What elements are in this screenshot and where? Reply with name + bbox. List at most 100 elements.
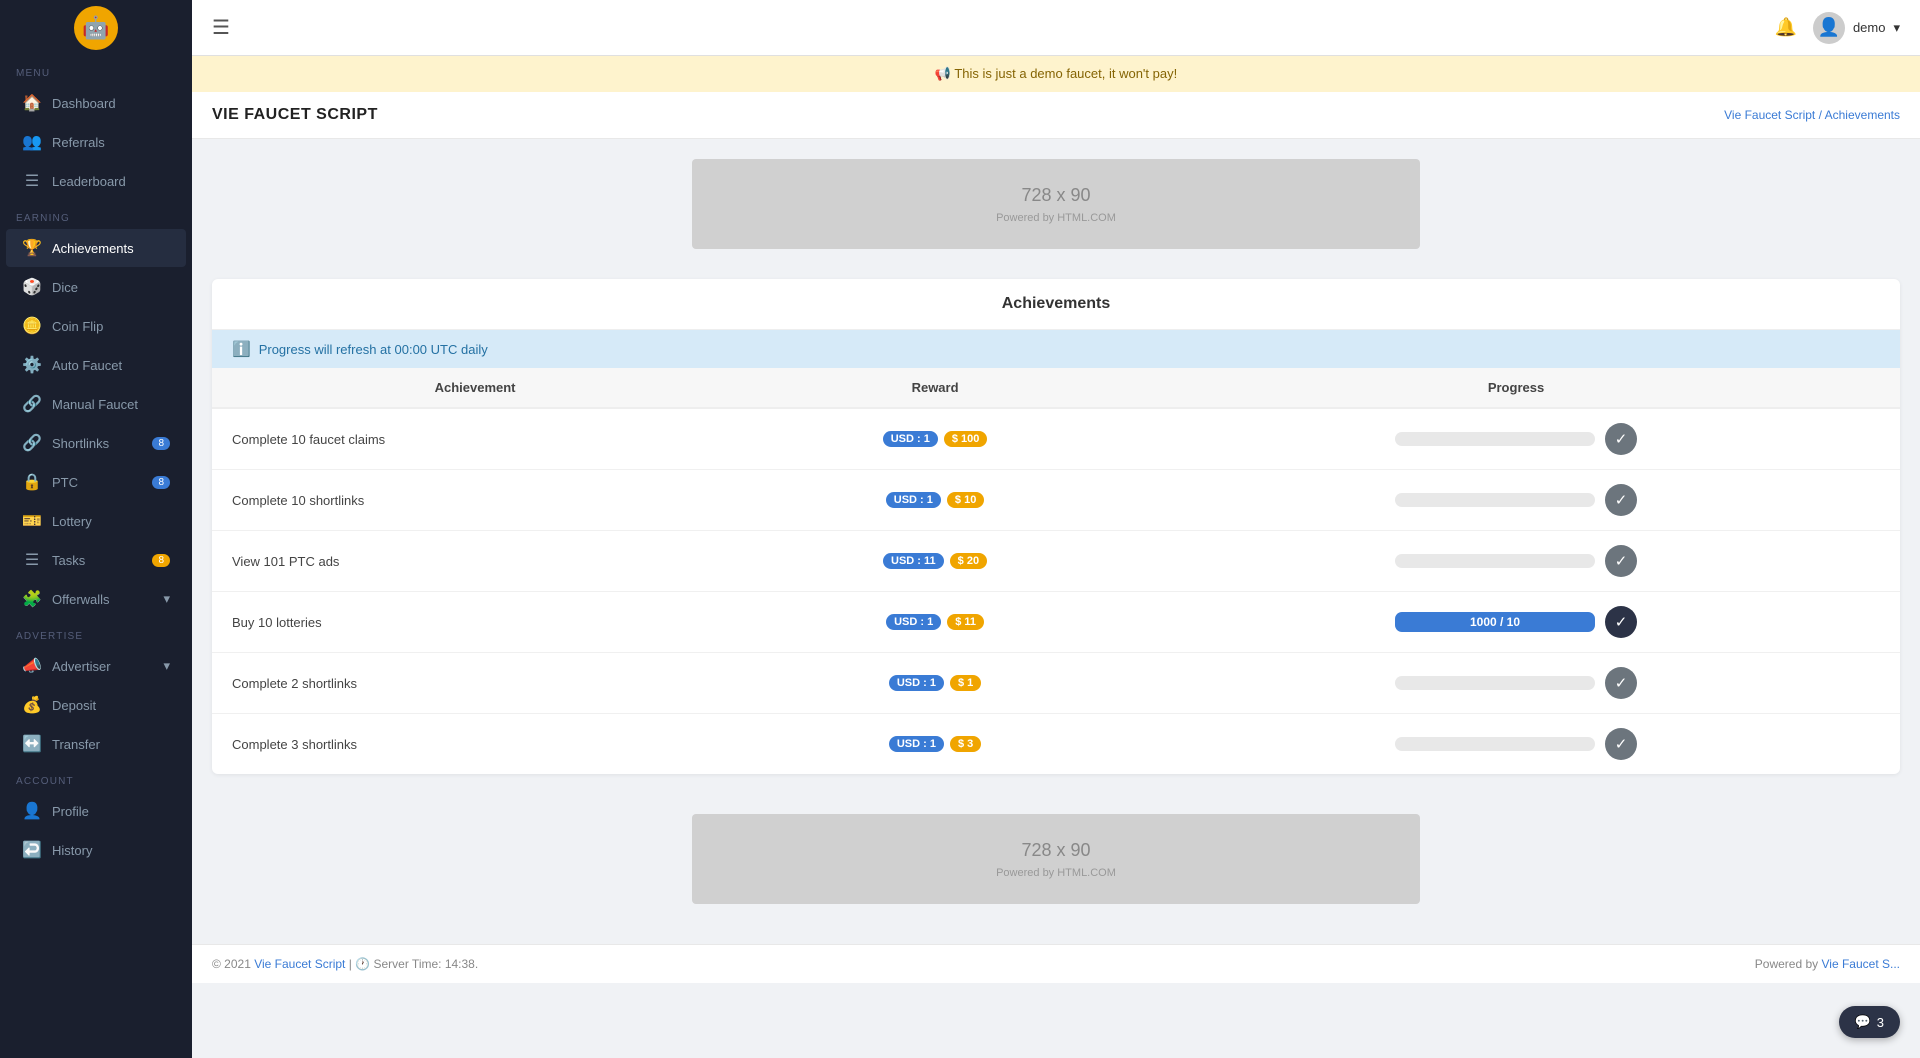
progress-cell-3: ✓ (1132, 531, 1900, 592)
sidebar-item-label-transfer: Transfer (52, 737, 100, 752)
ad-powered-bottom: Powered by HTML.COM (996, 867, 1116, 879)
progress-cell-2: ✓ (1132, 470, 1900, 531)
sidebar-item-shortlinks[interactable]: 🔗 Shortlinks 8 (6, 424, 186, 462)
action-btn-6[interactable]: ✓ (1605, 728, 1637, 760)
achievements-container: Achievements ℹ️ Progress will refresh at… (212, 279, 1900, 774)
referrals-icon: 👥 (22, 132, 42, 152)
sidebar-item-label-ptc: PTC (52, 475, 78, 490)
sidebar-item-coin-flip[interactable]: 🪙 Coin Flip (6, 307, 186, 345)
footer-script-link[interactable]: Vie Faucet Script (254, 957, 345, 971)
reward-usd-6: USD : 1 (889, 736, 944, 752)
table-header-row: Achievement Reward Progress (212, 368, 1900, 408)
progress-cell-1: ✓ (1132, 408, 1900, 470)
sidebar-item-dice[interactable]: 🎲Dice (6, 268, 186, 306)
col-progress: Progress (1132, 368, 1900, 408)
reward-cell-3: USD : 11$ 20 (738, 531, 1132, 592)
reward-usd-4: USD : 1 (886, 614, 941, 630)
col-achievement: Achievement (212, 368, 738, 408)
advertiser-arrow-icon: ▾ (163, 658, 170, 674)
progress-bar-wrap-6 (1395, 737, 1595, 751)
info-text: Progress will refresh at 00:00 UTC daily (259, 342, 488, 357)
reward-usd-1: USD : 1 (883, 431, 938, 447)
transfer-icon: ↔️ (22, 734, 42, 754)
sidebar-item-label-coin-flip: Coin Flip (52, 319, 103, 334)
action-btn-2[interactable]: ✓ (1605, 484, 1637, 516)
sidebar-item-history[interactable]: ↩️History (6, 831, 186, 869)
sidebar-section-earning: EARNING (0, 201, 192, 228)
sidebar-item-lottery[interactable]: 🎫Lottery (6, 502, 186, 540)
sidebar-item-label-referrals: Referrals (52, 135, 105, 150)
ad-powered-text: Powered by HTML.COM (996, 212, 1116, 224)
sidebar-item-dashboard[interactable]: 🏠Dashboard (6, 84, 186, 122)
table-row-4: Buy 10 lotteries USD : 1 $ 11 1000 / 10 ✓ (212, 592, 1900, 653)
sidebar: 🤖 MENU🏠Dashboard👥Referrals☰LeaderboardEA… (0, 0, 192, 1058)
sidebar-item-label-tasks: Tasks (52, 553, 85, 568)
sidebar-item-label-achievements: Achievements (52, 241, 134, 256)
ad-banner-bottom: 728 x 90 Powered by HTML.COM (692, 814, 1420, 904)
sidebar-item-auto-faucet[interactable]: ⚙️Auto Faucet (6, 346, 186, 384)
info-bar: ℹ️ Progress will refresh at 00:00 UTC da… (212, 330, 1900, 368)
chat-button[interactable]: 💬 3 (1839, 1006, 1900, 1038)
offerwalls-icon: 🧩 (22, 589, 42, 609)
ad-size-text-bottom: 728 x 90 (1021, 840, 1090, 861)
sidebar-item-label-dice: Dice (52, 280, 78, 295)
sidebar-item-advertiser[interactable]: 📣Advertiser▾ (6, 647, 186, 685)
progress-cell-4: 1000 / 10 ✓ (1132, 592, 1900, 653)
tasks-badge: 8 (152, 554, 170, 567)
shortlinks-badge: 8 (152, 437, 170, 450)
ptc-icon: 🔒 (22, 472, 42, 492)
achievements-table: Achievement Reward Progress Complete 10 … (212, 368, 1900, 774)
sidebar-item-label-dashboard: Dashboard (52, 96, 116, 111)
progress-bar-wrap-1 (1395, 432, 1595, 446)
sidebar-item-label-shortlinks: Shortlinks (52, 436, 109, 451)
shortlinks-icon: 🔗 (22, 433, 42, 453)
sidebar-item-offerwalls[interactable]: 🧩Offerwalls▾ (6, 580, 186, 618)
breadcrumb: Vie Faucet Script / Achievements (1724, 108, 1900, 122)
reward-token-6: $ 3 (950, 736, 981, 752)
achievements-icon: 🏆 (22, 238, 42, 258)
reward-token-4: $ 11 (947, 614, 984, 630)
breadcrumb-home[interactable]: Vie Faucet Script (1724, 108, 1815, 122)
page-title: VIE FAUCET SCRIPT (212, 106, 378, 124)
action-btn-4[interactable]: ✓ (1605, 606, 1637, 638)
sidebar-item-leaderboard[interactable]: ☰Leaderboard (6, 162, 186, 200)
action-btn-5[interactable]: ✓ (1605, 667, 1637, 699)
achievement-name-4: Buy 10 lotteries (212, 592, 738, 653)
topbar: ☰ 🔔 👤 demo ▾ (192, 0, 1920, 56)
sidebar-item-achievements[interactable]: 🏆 Achievements (6, 229, 186, 267)
sidebar-item-tasks[interactable]: ☰Tasks8 (6, 541, 186, 579)
manual-faucet-icon: 🔗 (22, 394, 42, 414)
ad-banner-top-wrapper: 728 x 90 Powered by HTML.COM (192, 139, 1920, 269)
reward-token-2: $ 10 (947, 492, 984, 508)
progress-cell-6: ✓ (1132, 714, 1900, 775)
footer-left: © 2021 Vie Faucet Script | 🕐 Server Time… (212, 957, 478, 971)
history-icon: ↩️ (22, 840, 42, 860)
reward-cell-6: USD : 1 $ 3 (738, 714, 1132, 775)
user-menu[interactable]: 👤 demo ▾ (1813, 12, 1900, 44)
sidebar-item-transfer[interactable]: ↔️ Transfer (6, 725, 186, 763)
action-btn-1[interactable]: ✓ (1605, 423, 1637, 455)
reward-cell-5: USD : 1$ 1 (738, 653, 1132, 714)
avatar: 👤 (1813, 12, 1845, 44)
footer-powered-link[interactable]: Vie Faucet S... (1822, 957, 1901, 971)
ad-size-text: 728 x 90 (1021, 185, 1090, 206)
profile-icon: 👤 (22, 801, 42, 821)
notification-bell-icon[interactable]: 🔔 (1775, 17, 1797, 38)
deposit-icon: 💰 (22, 695, 42, 715)
achievement-name-6: Complete 3 shortlinks (212, 714, 738, 775)
sidebar-item-ptc[interactable]: 🔒PTC8 (6, 463, 186, 501)
sidebar-item-deposit[interactable]: 💰Deposit (6, 686, 186, 724)
coin-flip-icon: 🪙 (22, 316, 42, 336)
sidebar-item-manual-faucet[interactable]: 🔗Manual Faucet (6, 385, 186, 423)
sidebar-item-profile[interactable]: 👤Profile (6, 792, 186, 830)
sidebar-item-referrals[interactable]: 👥 Referrals (6, 123, 186, 161)
page-header: VIE FAUCET SCRIPT Vie Faucet Script / Ac… (192, 92, 1920, 139)
progress-bar-full-4: 1000 / 10 (1395, 612, 1595, 632)
sidebar-section-menu: MENU (0, 56, 192, 83)
sidebar-item-label-auto-faucet: Auto Faucet (52, 358, 122, 373)
achievement-name-3: View 101 PTC ads (212, 531, 738, 592)
hamburger-icon[interactable]: ☰ (212, 15, 230, 40)
table-row-6: Complete 3 shortlinks USD : 1 $ 3 ✓ (212, 714, 1900, 775)
reward-cell-2: USD : 1$ 10 (738, 470, 1132, 531)
action-btn-3[interactable]: ✓ (1605, 545, 1637, 577)
